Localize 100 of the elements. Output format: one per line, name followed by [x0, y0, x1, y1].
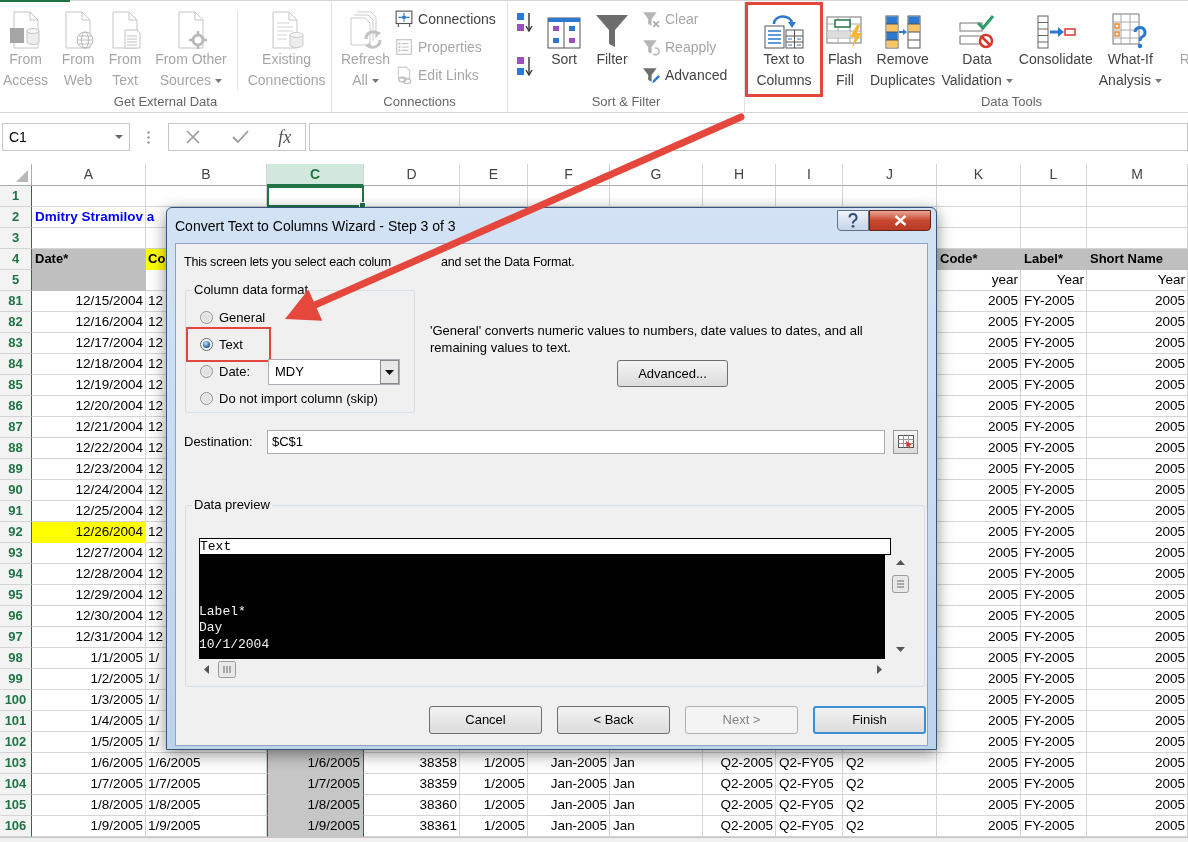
cell-value: 2005 — [987, 440, 1018, 456]
destination-field[interactable]: $C$1 — [267, 430, 885, 454]
row-number[interactable]: 95 — [0, 585, 32, 606]
cell-value: 2005 — [987, 545, 1018, 561]
row-number[interactable]: 92 — [0, 522, 32, 543]
format-dropdown[interactable]: MDY — [268, 358, 400, 385]
row-number[interactable]: 85 — [0, 375, 32, 396]
row-number[interactable]: 99 — [0, 669, 32, 690]
ribbon-button[interactable]: Sort — [544, 2, 584, 97]
row-number[interactable]: 93 — [0, 543, 32, 564]
cell-value: Q2-FY05 — [779, 797, 834, 813]
dialog-button[interactable]: < Back — [557, 706, 670, 734]
column-header[interactable]: A — [32, 164, 146, 186]
cell-value: FY-2005 — [1024, 545, 1075, 561]
row-number[interactable]: 4 — [0, 249, 32, 270]
row-number[interactable]: 86 — [0, 396, 32, 417]
row-number[interactable]: 90 — [0, 480, 32, 501]
radio-option[interactable]: Text — [186, 327, 271, 362]
column-header[interactable]: J — [843, 164, 937, 186]
cell-value: 2005 — [987, 314, 1018, 330]
dialog-button[interactable]: Cancel — [429, 706, 542, 734]
row-number[interactable]: 105 — [0, 795, 32, 816]
row-number[interactable]: 88 — [0, 438, 32, 459]
column-header[interactable]: H — [703, 164, 776, 186]
radio-button[interactable] — [200, 311, 213, 324]
row-number[interactable]: 81 — [0, 291, 32, 312]
radio-button[interactable] — [200, 338, 213, 351]
cell-value: 2005 — [1154, 713, 1185, 729]
dialog-button[interactable]: Finish — [813, 706, 926, 734]
row-number[interactable]: 82 — [0, 312, 32, 333]
column-header[interactable]: I — [776, 164, 843, 186]
radio-button[interactable] — [200, 392, 213, 405]
close-button[interactable] — [869, 210, 931, 231]
preview-column[interactable]: Label* Day 10/1/2004 — [199, 555, 885, 659]
advanced-button[interactable]: Advanced... — [617, 360, 728, 387]
column-header[interactable]: E — [460, 164, 528, 186]
lightning-grid-icon — [826, 15, 864, 49]
cell-value: 1/9/2005 — [148, 818, 201, 834]
help-button[interactable] — [837, 210, 869, 231]
selected-cell[interactable]: 1/9/2005 — [267, 816, 364, 837]
row-number[interactable]: 3 — [0, 228, 32, 249]
ribbon-button[interactable]: Advanced — [640, 61, 730, 89]
column-header[interactable]: M — [1087, 164, 1188, 186]
ribbon-button[interactable]: Text to Columns — [745, 2, 823, 97]
row-number[interactable]: 84 — [0, 354, 32, 375]
column-header[interactable]: C — [267, 164, 364, 186]
range-picker-button[interactable] — [893, 430, 918, 454]
scroll-thumb[interactable] — [891, 575, 909, 593]
column-header[interactable]: L — [1021, 164, 1087, 186]
name-box[interactable]: C1 — [2, 123, 130, 151]
row-number[interactable]: 97 — [0, 627, 32, 648]
row-number[interactable]: 101 — [0, 711, 32, 732]
column-header[interactable]: K — [937, 164, 1021, 186]
cell-value: 2005 — [987, 629, 1018, 645]
row-number[interactable]: 87 — [0, 417, 32, 438]
column-header[interactable]: G — [610, 164, 703, 186]
row-number[interactable]: 5 — [0, 270, 32, 291]
row-number[interactable]: 96 — [0, 606, 32, 627]
cell-value: 12 — [148, 398, 164, 414]
row-number[interactable]: 91 — [0, 501, 32, 522]
selected-cell[interactable]: 1/7/2005 — [267, 774, 364, 795]
cell-value: 2005 — [987, 587, 1018, 603]
row-number[interactable]: 100 — [0, 690, 32, 711]
cell-value: 2005 — [1154, 797, 1185, 813]
ribbon-button[interactable]: Remove Duplicates — [867, 2, 939, 97]
radio-option[interactable]: Do not import column (skip) — [198, 388, 380, 409]
column-header[interactable]: B — [146, 164, 267, 186]
select-all-button[interactable] — [0, 164, 32, 186]
row-number[interactable]: 2 — [0, 207, 32, 228]
row-number[interactable]: 83 — [0, 333, 32, 354]
row-number[interactable]: 102 — [0, 732, 32, 753]
row-number[interactable]: 104 — [0, 774, 32, 795]
ribbon-button[interactable]: What-If Analysis — [1095, 2, 1165, 97]
scroll-thumb[interactable] — [218, 660, 236, 678]
cell-value: FY-2005 — [1024, 503, 1075, 519]
radio-option[interactable]: Date: — [198, 361, 253, 382]
selected-cell[interactable]: 1/6/2005 — [267, 753, 364, 774]
column-header[interactable]: D — [364, 164, 460, 186]
row-number[interactable]: 1 — [0, 186, 32, 207]
cell-value: 2005 — [1154, 314, 1185, 330]
row-number[interactable]: 103 — [0, 753, 32, 774]
ribbon-button[interactable]: Flash Fill — [823, 2, 867, 97]
ribbon-button[interactable]: Connections — [393, 5, 498, 33]
row-number[interactable]: 98 — [0, 648, 32, 669]
row-number[interactable]: 89 — [0, 459, 32, 480]
instruction-text: and set the Data Format. — [441, 254, 575, 270]
column-header[interactable]: F — [528, 164, 610, 186]
insert-function-button[interactable]: fx — [276, 126, 294, 148]
row-number[interactable]: 106 — [0, 816, 32, 837]
active-cell[interactable] — [267, 186, 364, 207]
cell-value: Q2 — [846, 797, 864, 813]
row-number[interactable]: 94 — [0, 564, 32, 585]
formula-input[interactable] — [309, 123, 1188, 151]
cell-value: 12/21/2004 — [75, 419, 143, 435]
selected-cell[interactable]: 1/8/2005 — [267, 795, 364, 816]
cell-value: 12/17/2004 — [75, 335, 143, 351]
column-header[interactable]: Text — [200, 539, 232, 554]
radio-option[interactable]: General — [198, 307, 268, 328]
cell-value: 12 — [148, 524, 164, 540]
radio-button[interactable] — [200, 365, 213, 378]
